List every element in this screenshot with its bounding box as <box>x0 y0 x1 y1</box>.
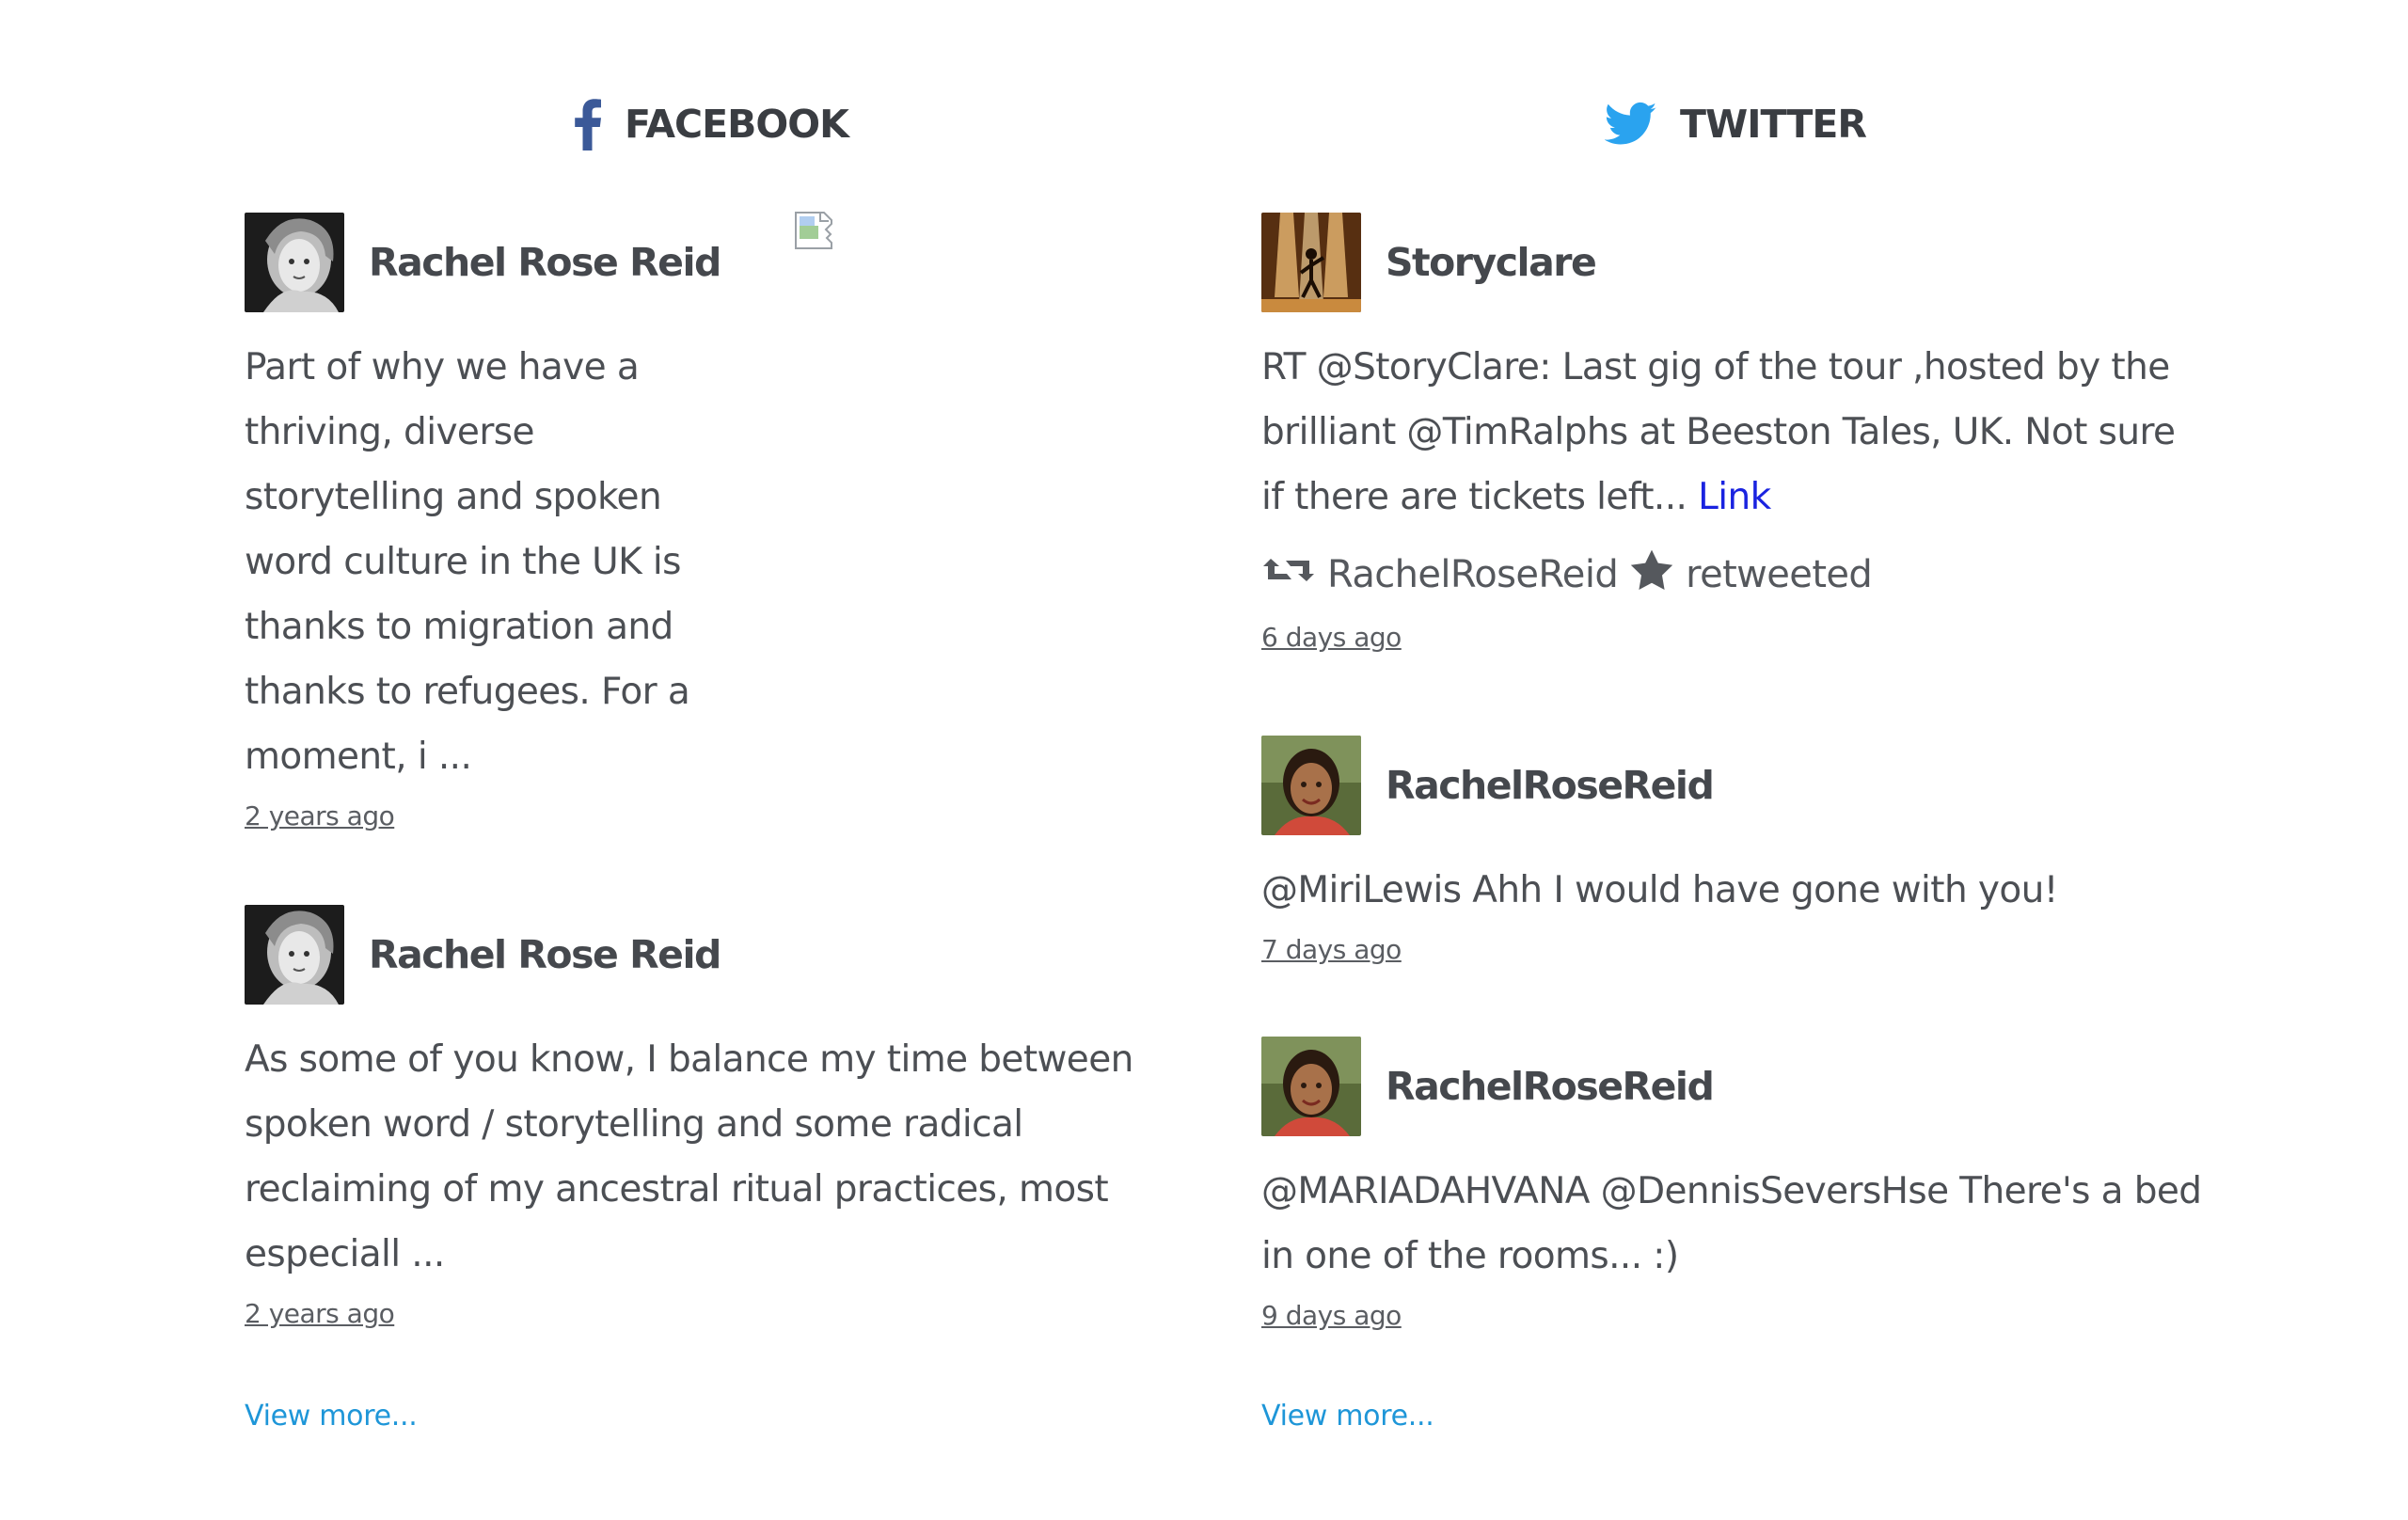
facebook-header: FACEBOOK <box>574 94 849 154</box>
post-header: Rachel Rose Reid <box>245 905 1185 1005</box>
post-text: @MARIADAHVANA @DennisSeversHse There's a… <box>1261 1170 2202 1277</box>
post-text: As some of you know, I balance my time b… <box>245 1038 1133 1275</box>
post-text: RT @StoryClare: Last gig of the tour ,ho… <box>1261 335 2202 530</box>
facebook-post: Rachel Rose Reid As some of you know, I … <box>245 905 1185 1329</box>
post-timestamp[interactable]: 2 years ago <box>245 800 395 831</box>
avatar[interactable] <box>245 213 344 312</box>
retweet-label: retweeted <box>1686 553 1873 596</box>
post-header: Rachel Rose Reid <box>245 213 734 312</box>
facebook-header-label: FACEBOOK <box>625 102 849 147</box>
post-timestamp[interactable]: 9 days ago <box>1261 1300 1402 1331</box>
twitter-header: TWITTER <box>1605 94 1867 154</box>
avatar[interactable] <box>1261 1037 1361 1136</box>
post-author[interactable]: RachelRoseReid <box>1386 763 1715 808</box>
facebook-icon <box>574 98 602 150</box>
post-header: RachelRoseReid <box>1261 1037 2202 1136</box>
retweet-icon <box>1261 551 1316 598</box>
star-icon <box>1629 548 1674 601</box>
post-header: RachelRoseReid <box>1261 736 2202 835</box>
post-link[interactable]: Link <box>1698 476 1771 518</box>
post-header: Storyclare <box>1261 213 2202 312</box>
post-author[interactable]: Rachel Rose Reid <box>369 932 721 977</box>
post-timestamp[interactable]: 7 days ago <box>1261 934 1402 965</box>
post-text: @MiriLewis Ahh I would have gone with yo… <box>1261 869 2058 911</box>
twitter-post: RachelRoseReid @MARIADAHVANA @DennisSeve… <box>1261 1037 2202 1331</box>
twitter-view-more-link[interactable]: View more... <box>1261 1400 1434 1433</box>
twitter-header-label: TWITTER <box>1680 102 1867 147</box>
twitter-bird-icon <box>1605 102 1657 147</box>
post-author[interactable]: Storyclare <box>1386 240 1597 285</box>
social-feed-page: FACEBOOK Rachel Rose Reid Part of why we… <box>0 0 2408 1520</box>
post-timestamp[interactable]: 2 years ago <box>245 1298 395 1329</box>
avatar[interactable] <box>1261 736 1361 835</box>
avatar[interactable] <box>1261 213 1361 312</box>
facebook-view-more-link[interactable]: View more... <box>245 1400 418 1433</box>
facebook-post: Rachel Rose Reid Part of why we have a t… <box>245 213 734 831</box>
post-text: Part of why we have a thriving, diverse … <box>245 346 690 778</box>
broken-image-icon <box>795 212 832 249</box>
retweet-user[interactable]: RachelRoseReid <box>1327 553 1619 596</box>
twitter-post: RachelRoseReid @MiriLewis Ahh I would ha… <box>1261 736 2202 965</box>
post-timestamp[interactable]: 6 days ago <box>1261 622 1402 653</box>
post-author[interactable]: Rachel Rose Reid <box>369 240 721 285</box>
avatar[interactable] <box>245 905 344 1005</box>
retweet-info: RachelRoseReid retweeted <box>1261 548 2202 601</box>
twitter-post: Storyclare RT @StoryClare: Last gig of t… <box>1261 213 2202 653</box>
post-author[interactable]: RachelRoseReid <box>1386 1064 1715 1109</box>
